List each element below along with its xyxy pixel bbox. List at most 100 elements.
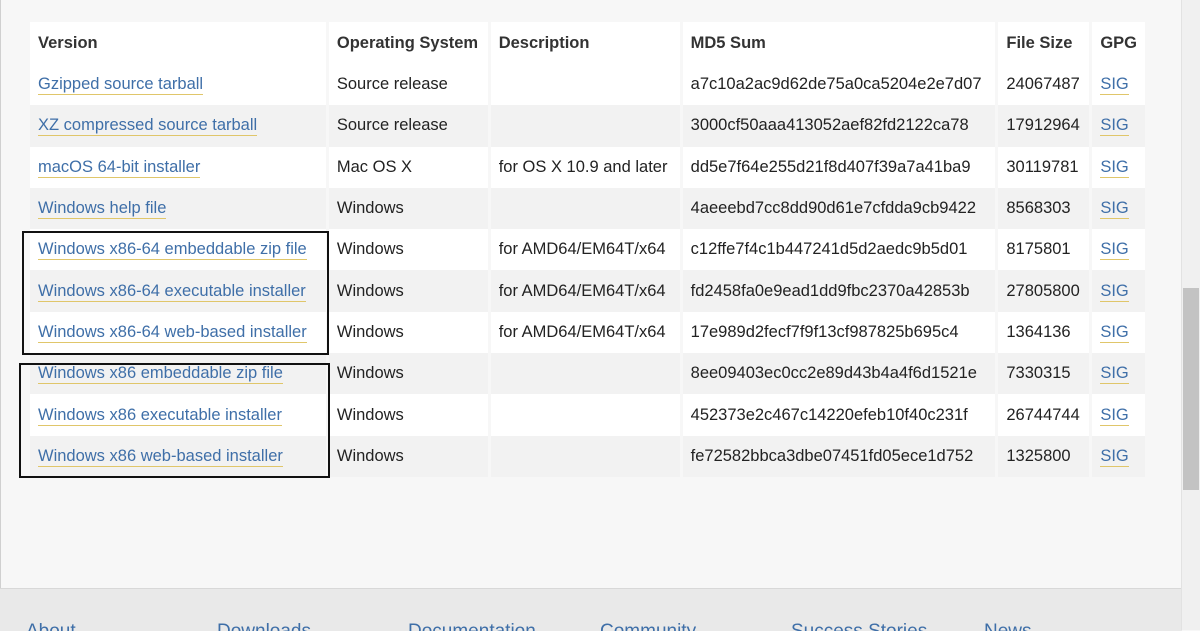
version-link[interactable]: Windows x86-64 executable installer — [38, 281, 306, 302]
file-size-cell: 27805800 — [998, 270, 1090, 312]
gpg-cell: SIG — [1092, 311, 1145, 354]
table-row: Windows x86 embeddable zip file Windows 8e… — [30, 353, 1145, 395]
gpg-sig-link[interactable]: SIG — [1100, 322, 1129, 343]
file-size-cell: 8568303 — [998, 187, 1090, 230]
description-cell — [490, 394, 680, 436]
os-cell: Source release — [328, 64, 488, 106]
file-size-cell: 8175801 — [998, 229, 1090, 271]
table-row: Windows help file Windows 4aeeebd7cc8dd90d… — [30, 187, 1145, 230]
md5-cell: 17e989d2fecf7f9f13cf987825b695c4 — [682, 311, 996, 354]
gpg-sig-link[interactable]: SIG — [1100, 240, 1129, 261]
table-row: Windows x86 executable installer Windows 4… — [30, 394, 1145, 436]
description-cell — [490, 64, 680, 106]
file-size-cell: 1325800 — [998, 435, 1090, 477]
downloads-table: Version Operating System Description MD5… — [27, 22, 1148, 477]
gpg-sig-link[interactable]: SIG — [1100, 199, 1129, 220]
version-cell: Windows x86 embeddable zip file — [30, 353, 326, 395]
table-header-row: Version Operating System Description MD5… — [30, 22, 1145, 64]
gpg-cell: SIG — [1092, 105, 1145, 147]
os-cell: Windows — [328, 435, 488, 477]
os-cell: Windows — [328, 229, 488, 271]
header-description[interactable]: Description — [490, 22, 680, 64]
gpg-cell: SIG — [1092, 229, 1145, 271]
md5-cell: c12ffe7f4c1b447241d5d2aedc9b5d01 — [682, 229, 996, 271]
version-link[interactable]: Windows x86 embeddable zip file — [38, 364, 283, 385]
page-left-edge — [0, 0, 1, 630]
gpg-cell: SIG — [1092, 64, 1145, 106]
gpg-sig-link[interactable]: SIG — [1100, 446, 1129, 467]
downloads-table-container: Version Operating System Description MD5… — [30, 22, 1151, 477]
version-cell: Windows x86 web-based installer — [30, 435, 326, 477]
site-footer: About Downloads Documentation Community … — [0, 588, 1182, 631]
description-cell: for AMD64/EM64T/x64 — [490, 270, 680, 312]
file-size-cell: 7330315 — [998, 353, 1090, 395]
os-cell: Windows — [328, 270, 488, 312]
version-link[interactable]: Windows x86-64 embeddable zip file — [38, 240, 307, 261]
version-cell: Windows x86-64 executable installer — [30, 270, 326, 312]
os-cell: Windows — [328, 394, 488, 436]
description-cell — [490, 353, 680, 395]
version-link[interactable]: Windows x86-64 web-based installer — [38, 322, 307, 343]
gpg-sig-link[interactable]: SIG — [1100, 75, 1129, 96]
os-cell: Source release — [328, 105, 488, 147]
header-gpg[interactable]: GPG — [1092, 22, 1145, 64]
gpg-sig-link[interactable]: SIG — [1100, 116, 1129, 137]
gpg-cell: SIG — [1092, 270, 1145, 312]
version-cell: Windows x86-64 embeddable zip file — [30, 229, 326, 271]
version-link[interactable]: Windows x86 executable installer — [38, 405, 282, 426]
header-file-size[interactable]: File Size — [998, 22, 1090, 64]
version-cell: Gzipped source tarball — [30, 64, 326, 106]
header-operating-system[interactable]: Operating System — [328, 22, 488, 64]
file-size-cell: 17912964 — [998, 105, 1090, 147]
table-row: Windows x86-64 web-based installer Window… — [30, 311, 1145, 354]
md5-cell: fd2458fa0e9ead1dd9fbc2370a42853b — [682, 270, 996, 312]
version-link[interactable]: Windows help file — [38, 199, 167, 220]
file-size-cell: 26744744 — [998, 394, 1090, 436]
gpg-sig-link[interactable]: SIG — [1100, 157, 1129, 178]
version-link[interactable]: macOS 64-bit installer — [38, 157, 201, 178]
version-link[interactable]: Gzipped source tarball — [38, 75, 204, 96]
version-cell: Windows help file — [30, 187, 326, 230]
table-row: Windows x86 web-based installer Windows fe… — [30, 435, 1145, 477]
md5-cell: a7c10a2ac9d62de75a0ca5204e2e7d07 — [682, 64, 996, 106]
os-cell: Mac OS X — [328, 146, 488, 188]
file-size-cell: 30119781 — [998, 146, 1090, 188]
gpg-sig-link[interactable]: SIG — [1100, 405, 1129, 426]
description-cell — [490, 435, 680, 477]
os-cell: Windows — [328, 187, 488, 230]
md5-cell: fe72582bbca3dbe07451fd05ece1d752 — [682, 435, 996, 477]
table-row: macOS 64-bit installer Mac OS Xfor OS X 1… — [30, 146, 1145, 188]
gpg-cell: SIG — [1092, 187, 1145, 230]
gpg-cell: SIG — [1092, 353, 1145, 395]
header-version[interactable]: Version — [30, 22, 326, 64]
table-row: Windows x86-64 executable installer Windo… — [30, 270, 1145, 312]
scrollbar-thumb[interactable] — [1183, 288, 1199, 490]
description-cell: for AMD64/EM64T/x64 — [490, 311, 680, 354]
table-row: Windows x86-64 embeddable zip file Window… — [30, 229, 1145, 271]
version-link[interactable]: XZ compressed source tarball — [38, 116, 258, 137]
header-md5-sum[interactable]: MD5 Sum — [682, 22, 996, 64]
version-cell: macOS 64-bit installer — [30, 146, 326, 188]
version-cell: Windows x86 executable installer — [30, 394, 326, 436]
gpg-cell: SIG — [1092, 146, 1145, 188]
gpg-sig-link[interactable]: SIG — [1100, 281, 1129, 302]
description-cell: for AMD64/EM64T/x64 — [490, 229, 680, 271]
version-cell: Windows x86-64 web-based installer — [30, 311, 326, 354]
file-size-cell: 24067487 — [998, 64, 1090, 106]
version-cell: XZ compressed source tarball — [30, 105, 326, 147]
version-link[interactable]: Windows x86 web-based installer — [38, 446, 283, 467]
os-cell: Windows — [328, 353, 488, 395]
gpg-cell: SIG — [1092, 435, 1145, 477]
vertical-scrollbar[interactable] — [1181, 0, 1200, 630]
gpg-cell: SIG — [1092, 394, 1145, 436]
table-row: XZ compressed source tarball Source relea… — [30, 105, 1145, 147]
md5-cell: 8ee09403ec0cc2e89d43b4a4f6d1521e — [682, 353, 996, 395]
os-cell: Windows — [328, 311, 488, 354]
file-size-cell: 1364136 — [998, 311, 1090, 354]
md5-cell: 452373e2c467c14220efeb10f40c231f — [682, 394, 996, 436]
description-cell — [490, 187, 680, 230]
description-cell — [490, 105, 680, 147]
table-row: Gzipped source tarball Source release a7c1… — [30, 64, 1145, 106]
md5-cell: dd5e7f64e255d21f8d407f39a7a41ba9 — [682, 146, 996, 188]
gpg-sig-link[interactable]: SIG — [1100, 364, 1129, 385]
